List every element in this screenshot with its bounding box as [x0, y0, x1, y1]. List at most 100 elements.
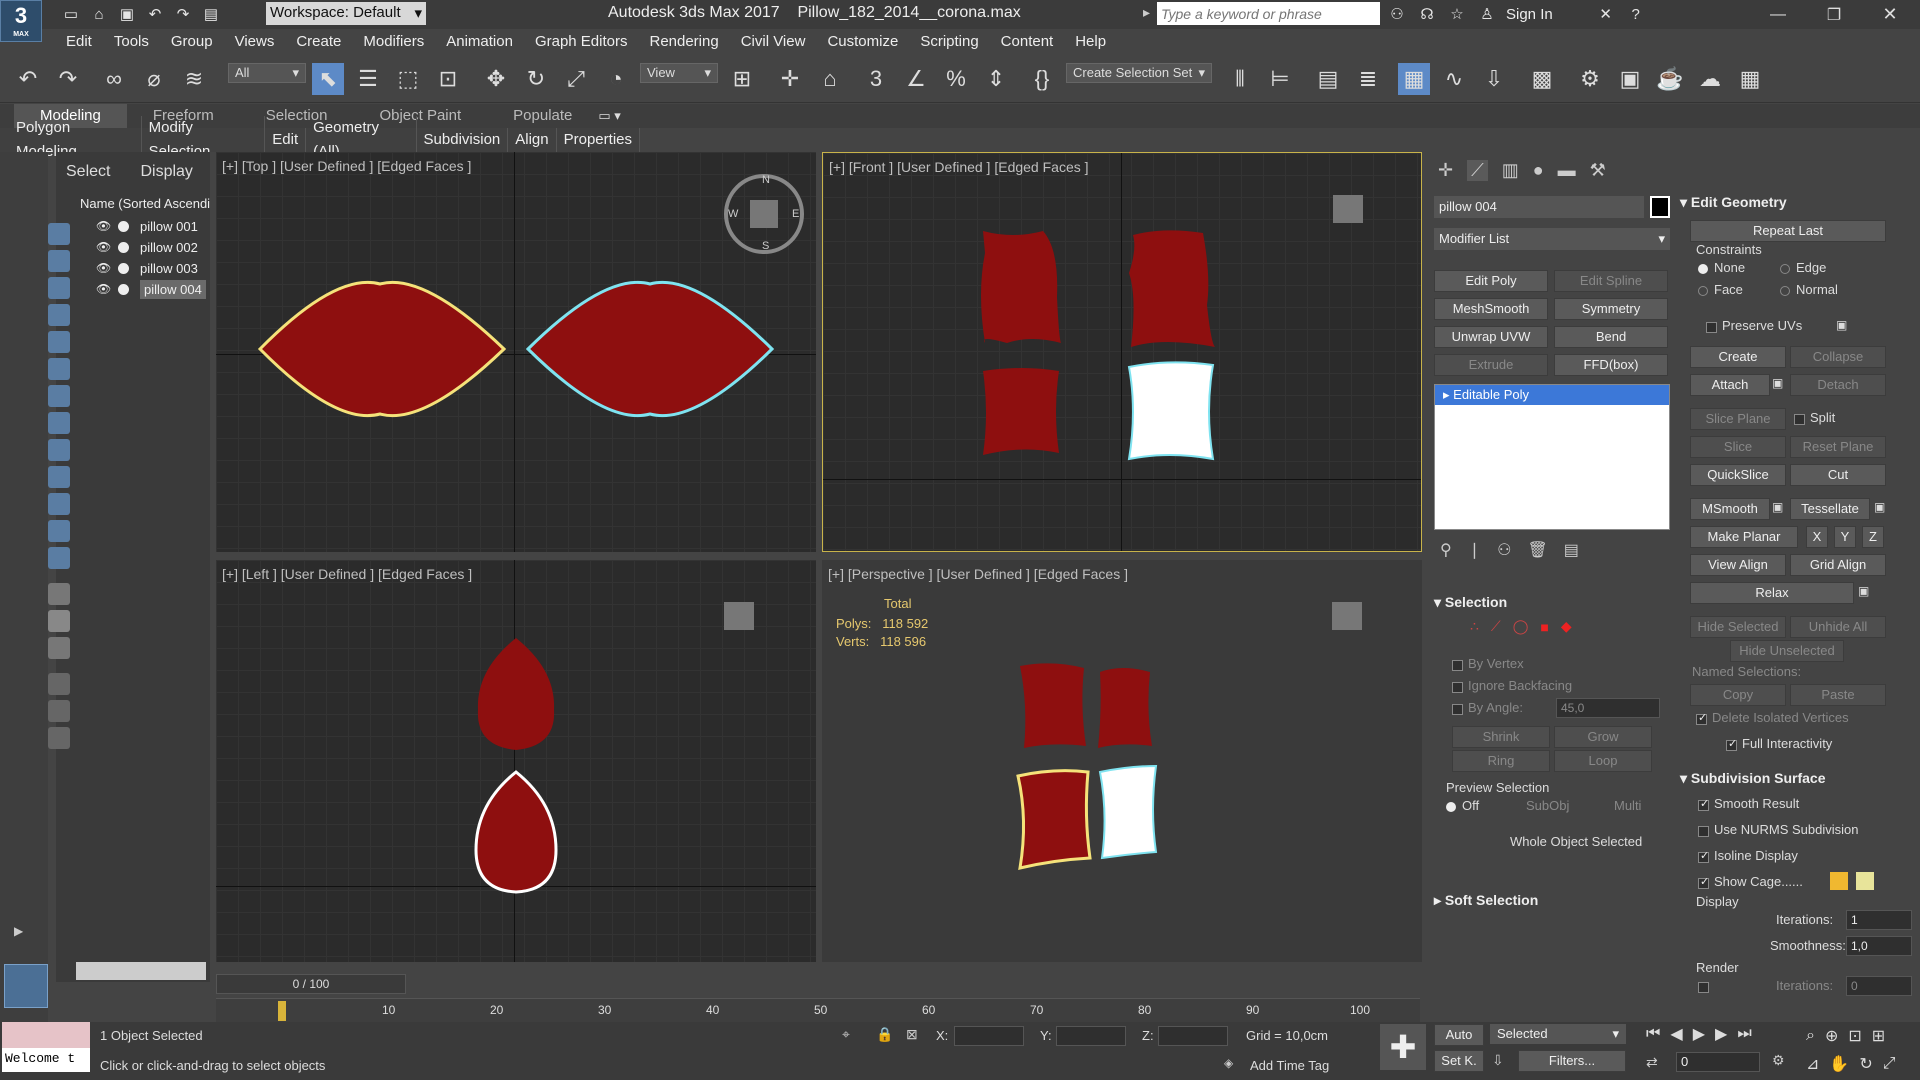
play-icon[interactable]: ▶	[1693, 1024, 1705, 1044]
smoothness-spinner[interactable]: 1,0	[1846, 936, 1912, 956]
app-logo[interactable]: 3 MAX	[0, 0, 42, 42]
unhide-all-button[interactable]: Unhide All	[1790, 616, 1886, 638]
menu-create[interactable]: Create	[288, 29, 355, 55]
meshsmooth-button[interactable]: MeshSmooth	[1434, 298, 1548, 320]
open-file-icon[interactable]: ⌂	[88, 3, 110, 25]
ring-button[interactable]: Ring	[1452, 750, 1550, 772]
display-all-icon[interactable]	[48, 583, 70, 605]
display-hidden-icon[interactable]	[48, 547, 70, 569]
key-mode-toggle-icon[interactable]: ⇄	[1646, 1054, 1658, 1071]
display-groups-icon[interactable]	[48, 412, 70, 434]
utilities-tab-icon[interactable]: ⚒	[1590, 160, 1606, 181]
angle-snap-icon[interactable]: ∠	[900, 63, 932, 95]
tab-display[interactable]: Display	[140, 163, 192, 181]
filters-button[interactable]: Filters...	[1518, 1050, 1626, 1072]
menu-animation[interactable]: Animation	[438, 29, 527, 55]
absolute-mode-icon[interactable]: ⊠	[906, 1026, 918, 1043]
scene-explorer-scrollbar[interactable]	[76, 962, 206, 980]
unwrap-uvw-button[interactable]: Unwrap UVW	[1434, 326, 1548, 348]
isoline-display-checkbox[interactable]	[1698, 849, 1709, 863]
menu-views[interactable]: Views	[227, 29, 289, 55]
modifier-list-dropdown[interactable]: Modifier List ▾	[1434, 228, 1670, 250]
element-icon[interactable]: ◆	[1561, 618, 1572, 635]
sign-in-link[interactable]: Sign In	[1506, 6, 1553, 23]
constraint-face-radio[interactable]	[1698, 286, 1708, 296]
eye-icon[interactable]: 👁	[96, 237, 111, 254]
eye-icon[interactable]: 👁	[96, 258, 111, 275]
viewport-perspective[interactable]: [+] [Perspective ] [User Defined ] [Edge…	[822, 560, 1422, 962]
display-xrefs-icon[interactable]	[48, 439, 70, 461]
constraint-normal-radio[interactable]	[1780, 286, 1790, 296]
make-unique-icon[interactable]: ⚇	[1497, 540, 1511, 560]
add-time-tag-button[interactable]: Add Time Tag	[1250, 1058, 1329, 1073]
tessellate-settings-icon[interactable]: ▣	[1874, 500, 1885, 514]
select-manipulate-icon[interactable]: ✛	[774, 63, 806, 95]
selection-rollout-header[interactable]: ▾ Selection	[1434, 594, 1507, 611]
preview-subobj-label[interactable]: SubObj	[1526, 798, 1569, 813]
panel-align[interactable]: Align	[508, 128, 557, 152]
use-nurms-checkbox[interactable]	[1698, 826, 1709, 837]
menu-modifiers[interactable]: Modifiers	[355, 29, 438, 55]
menu-content[interactable]: Content	[993, 29, 1068, 55]
render-activeshade-icon[interactable]: ▦	[1734, 63, 1766, 95]
viewcube-icon[interactable]	[750, 200, 778, 228]
key-mode-icon[interactable]: ⇩	[1492, 1052, 1504, 1069]
move-icon[interactable]: ✥	[480, 63, 512, 95]
isolate-selection-icon[interactable]: ⌖	[842, 1026, 850, 1043]
layer-explorer-icon[interactable]: ≣	[1352, 63, 1384, 95]
place-icon[interactable]: ◔	[600, 63, 632, 95]
menu-help[interactable]: Help	[1067, 29, 1120, 55]
list-item[interactable]: 👁 pillow 001	[56, 216, 210, 237]
display-helpers-icon[interactable]	[48, 358, 70, 380]
slice-button[interactable]: Slice	[1690, 436, 1786, 458]
by-angle-spinner[interactable]: 45,0	[1556, 698, 1660, 718]
binoculars-icon[interactable]: ⚇	[1386, 3, 1408, 25]
hierarchy-tab-icon[interactable]: ▥	[1502, 160, 1519, 181]
time-slider[interactable]: 0 / 100	[216, 974, 406, 994]
maximize-viewport-icon[interactable]: ⤢	[1883, 1055, 1896, 1073]
rectangular-region-icon[interactable]: ⬚	[392, 63, 424, 95]
edit-named-selection-icon[interactable]: {}	[1026, 63, 1058, 95]
bind-space-warp-icon[interactable]: ≋	[178, 63, 210, 95]
cage-color-swatch-2[interactable]	[1856, 872, 1874, 890]
soft-selection-rollout-header[interactable]: ▸ Soft Selection	[1434, 892, 1538, 909]
go-to-start-icon[interactable]: ⏮	[1646, 1025, 1660, 1043]
new-file-icon[interactable]: ▭	[60, 3, 82, 25]
search-expand-icon[interactable]: ▸	[1143, 4, 1150, 21]
unlink-icon[interactable]: ⌀	[138, 63, 170, 95]
next-frame-icon[interactable]: ▶	[1715, 1024, 1727, 1044]
slice-plane-button[interactable]: Slice Plane	[1690, 408, 1786, 430]
list-item[interactable]: 👁 pillow 002	[56, 237, 210, 258]
lock-selection-icon[interactable]: 🔒	[876, 1026, 893, 1043]
make-planar-button[interactable]: Make Planar	[1690, 526, 1798, 548]
display-lights-icon[interactable]	[48, 304, 70, 326]
object-name-field[interactable]: pillow 004	[1434, 196, 1644, 218]
percent-snap-icon[interactable]: %	[940, 63, 972, 95]
keyboard-shortcut-icon[interactable]: ⌂	[814, 63, 846, 95]
undo-icon[interactable]: ↶	[12, 63, 44, 95]
menu-tools[interactable]: Tools	[106, 29, 163, 55]
by-angle-checkbox[interactable]	[1452, 704, 1463, 715]
display-cameras-icon[interactable]	[48, 331, 70, 353]
find-icon[interactable]	[48, 700, 70, 722]
viewport-top[interactable]: [+] [Top ] [User Defined ] [Edged Faces …	[216, 152, 816, 552]
rendered-frame-icon[interactable]: ▣	[1614, 63, 1646, 95]
display-bones-icon[interactable]	[48, 466, 70, 488]
pan-icon[interactable]: ✋	[1829, 1054, 1849, 1074]
display-none-icon[interactable]	[48, 223, 70, 245]
menu-rendering[interactable]: Rendering	[641, 29, 732, 55]
modify-tab-icon[interactable]: ⟋	[1467, 159, 1488, 181]
attach-settings-icon[interactable]: ▣	[1772, 376, 1783, 390]
tab-populate[interactable]: Populate	[487, 104, 598, 128]
loop-button[interactable]: Loop	[1554, 750, 1652, 772]
motion-tab-icon[interactable]: ●	[1533, 160, 1544, 181]
save-file-icon[interactable]: ▣	[116, 3, 138, 25]
ribbon-toggle-icon[interactable]: ▦	[1398, 63, 1430, 95]
viewcube-icon[interactable]	[1332, 602, 1362, 630]
hide-unselected-button[interactable]: Hide Unselected	[1730, 640, 1844, 662]
set-key-icon[interactable]: ✚	[1380, 1024, 1426, 1070]
viewcube-icon[interactable]	[724, 602, 754, 630]
display-geometry-icon[interactable]	[48, 250, 70, 272]
symmetry-button[interactable]: Symmetry	[1554, 298, 1668, 320]
snaps-toggle-icon[interactable]: 3	[860, 63, 892, 95]
